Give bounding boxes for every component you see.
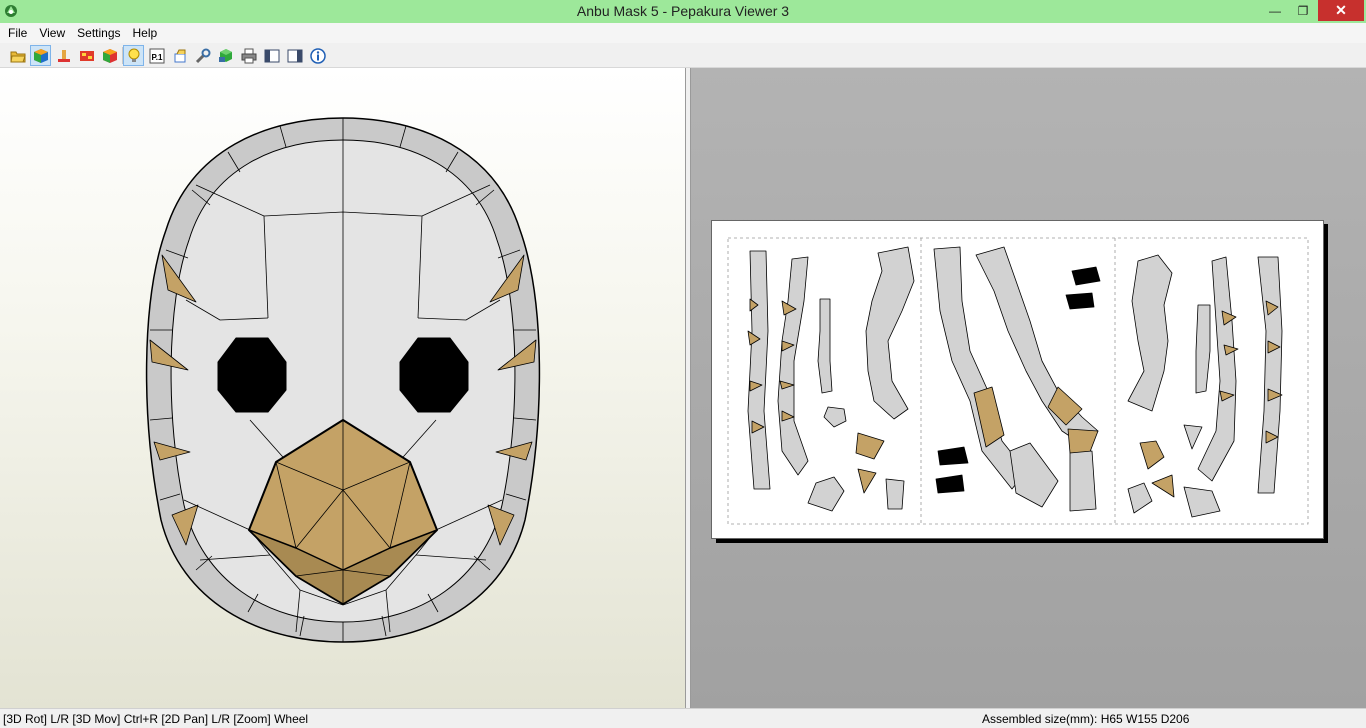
window-title: Anbu Mask 5 - Pepakura Viewer 3 xyxy=(576,3,790,19)
part-large-mirror xyxy=(1127,254,1173,412)
part-black xyxy=(1071,266,1101,286)
status-bar: [3D Rot] L/R [3D Mov] Ctrl+R [2D Pan] L/… xyxy=(0,708,1366,728)
part-black xyxy=(1065,292,1095,310)
close-button[interactable]: ✕ xyxy=(1318,0,1364,21)
color-cube-icon xyxy=(102,48,117,63)
info-icon xyxy=(309,47,326,64)
menu-view[interactable]: View xyxy=(33,23,71,43)
maximize-button[interactable]: ❐ xyxy=(1290,0,1316,21)
menu-settings[interactable]: Settings xyxy=(71,23,126,43)
3d-cube-icon xyxy=(33,48,48,63)
single-view-button[interactable] xyxy=(261,45,282,66)
settings-wrench-icon xyxy=(195,48,210,63)
part-tan xyxy=(1151,474,1175,498)
export-icon xyxy=(218,48,232,62)
mask-eye-right xyxy=(399,337,469,413)
flaps-icon xyxy=(174,49,185,62)
3d-view-button[interactable] xyxy=(30,45,51,66)
page-number-button[interactable]: P.1 xyxy=(146,45,167,66)
part-end-1 xyxy=(1069,450,1097,512)
page-number-icon: P.1 xyxy=(149,48,164,63)
info-button[interactable] xyxy=(307,45,328,66)
part-small xyxy=(1183,424,1203,450)
open-button[interactable] xyxy=(7,45,28,66)
texture-icon xyxy=(79,50,94,61)
menu-bar: File View Settings Help xyxy=(0,23,1366,43)
print-icon xyxy=(241,48,256,63)
part-small xyxy=(885,478,905,510)
toolbar: P.1 xyxy=(0,43,1366,68)
light-bulb-icon xyxy=(128,48,139,62)
part-tan xyxy=(857,468,877,494)
light-button[interactable] xyxy=(123,45,144,66)
minimize-button[interactable]: — xyxy=(1262,0,1288,21)
part-strip xyxy=(817,298,833,394)
part-tan xyxy=(855,432,885,460)
title-bar: Anbu Mask 5 - Pepakura Viewer 3 — ❐ ✕ xyxy=(0,0,1366,23)
part-tan xyxy=(1139,440,1165,470)
settings-button[interactable] xyxy=(192,45,213,66)
print-button[interactable] xyxy=(238,45,259,66)
status-hint: [3D Rot] L/R [3D Mov] Ctrl+R [2D Pan] L/… xyxy=(3,712,309,726)
dual-view-button[interactable] xyxy=(284,45,305,66)
dual-view-icon xyxy=(287,49,302,62)
mask-eye-left xyxy=(217,337,287,413)
unfold-icon xyxy=(57,49,70,62)
color-button[interactable] xyxy=(99,45,120,66)
menu-file[interactable]: File xyxy=(2,23,33,43)
open-folder-icon xyxy=(9,51,26,62)
part-small xyxy=(823,406,847,428)
unfold-button[interactable] xyxy=(53,45,74,66)
part-small xyxy=(1183,486,1221,518)
part-strip xyxy=(1257,256,1283,494)
part-black xyxy=(937,446,969,466)
single-view-icon xyxy=(264,49,279,62)
part-large xyxy=(865,246,915,420)
part-end-2 xyxy=(1009,442,1059,508)
mask-3d-model[interactable] xyxy=(0,68,686,708)
part-strip xyxy=(1195,304,1211,394)
3d-view-pane[interactable] xyxy=(0,68,686,708)
part-small xyxy=(1127,482,1153,514)
export-button[interactable] xyxy=(215,45,236,66)
part-small xyxy=(807,476,845,512)
part-strip xyxy=(777,256,809,476)
assembled-size: Assembled size(mm): H65 W155 D206 xyxy=(982,712,1190,726)
texture-button[interactable] xyxy=(76,45,97,66)
unfolded-parts-layout[interactable] xyxy=(712,221,1323,538)
unfold-paper-sheet[interactable] xyxy=(711,220,1324,539)
part-black xyxy=(935,474,965,494)
menu-help[interactable]: Help xyxy=(127,23,164,43)
part-strip xyxy=(747,250,771,490)
flaps-button[interactable] xyxy=(169,45,190,66)
svg-text:P.1: P.1 xyxy=(151,53,163,62)
